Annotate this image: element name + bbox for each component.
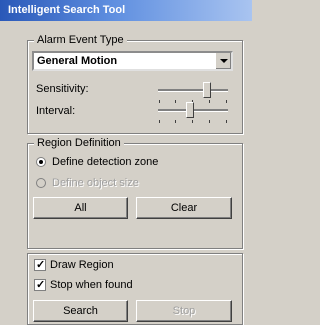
radio-selected-icon xyxy=(36,157,46,167)
window-title: Intelligent Search Tool xyxy=(8,4,126,16)
chevron-down-icon[interactable] xyxy=(215,53,231,69)
alarm-event-selected: General Motion xyxy=(37,55,118,67)
sensitivity-slider-thumb[interactable] xyxy=(203,82,211,98)
slider-tick xyxy=(209,120,210,123)
stop-when-found-checkbox[interactable]: Stop when found xyxy=(32,278,133,292)
slider-tick xyxy=(159,120,160,123)
interval-slider[interactable] xyxy=(158,102,228,124)
all-button[interactable]: All xyxy=(33,197,128,219)
radio-unselected-icon xyxy=(36,178,46,188)
slider-tick xyxy=(226,120,227,123)
slider-track xyxy=(158,89,228,92)
slider-tick xyxy=(175,120,176,123)
search-button[interactable]: Search xyxy=(33,300,128,322)
define-detection-zone-radio[interactable]: Define detection zone xyxy=(34,155,158,169)
draw-region-checkbox[interactable]: Draw Region xyxy=(32,258,114,272)
region-definition-legend: Region Definition xyxy=(34,136,124,150)
define-object-size-radio: Define object size xyxy=(34,176,139,190)
checkbox-checked-icon xyxy=(34,278,46,292)
stop-button: Stop xyxy=(136,300,232,322)
draw-region-label: Draw Region xyxy=(50,259,114,271)
checkbox-checked-icon xyxy=(34,258,46,272)
interval-slider-thumb[interactable] xyxy=(186,102,194,118)
title-bar[interactable]: Intelligent Search Tool xyxy=(0,0,252,21)
interval-label: Interval: xyxy=(36,105,76,117)
define-detection-zone-label: Define detection zone xyxy=(52,156,159,168)
sensitivity-slider[interactable] xyxy=(158,82,228,104)
intelligent-search-window: Intelligent Search Tool Alarm Event Type… xyxy=(0,0,252,325)
alarm-event-legend: Alarm Event Type xyxy=(34,33,127,47)
alarm-event-select[interactable]: General Motion xyxy=(32,51,233,71)
slider-tick xyxy=(192,120,193,123)
stop-when-found-label: Stop when found xyxy=(50,279,133,291)
clear-button[interactable]: Clear xyxy=(136,197,232,219)
define-object-size-label: Define object size xyxy=(52,177,139,189)
sensitivity-label: Sensitivity: xyxy=(36,83,89,95)
